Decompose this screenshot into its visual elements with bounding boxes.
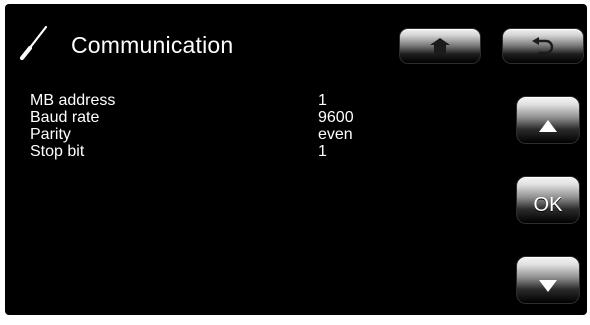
triangle-up-icon [539, 120, 557, 133]
screwdriver-icon [19, 25, 48, 61]
page-title: Communication [71, 32, 234, 58]
parameter-value: 1 [318, 92, 327, 109]
down-button[interactable] [516, 256, 580, 304]
ok-button[interactable]: OK [516, 176, 580, 224]
parameter-row-mb-address: MB address 1 [30, 92, 375, 109]
device-screen: Communication MB address 1 Baud rate 960… [5, 4, 587, 315]
parameter-list: MB address 1 Baud rate 9600 Parity even … [30, 92, 375, 160]
home-icon [430, 38, 450, 54]
undo-arrow-icon [532, 37, 554, 55]
parameter-label: Parity [30, 126, 71, 143]
parameter-value: 1 [318, 143, 327, 160]
parameter-value: even [318, 126, 353, 143]
home-button[interactable] [399, 28, 481, 64]
parameter-row-stop-bit: Stop bit 1 [30, 143, 375, 160]
ok-label: OK [533, 194, 563, 216]
back-button[interactable] [502, 28, 584, 64]
parameter-label: MB address [30, 92, 116, 109]
triangle-down-icon [539, 280, 557, 293]
parameter-row-baud-rate: Baud rate 9600 [30, 109, 375, 126]
parameter-row-parity: Parity even [30, 126, 375, 143]
parameter-label: Stop bit [30, 143, 85, 160]
parameter-value: 9600 [318, 109, 354, 126]
up-button[interactable] [516, 96, 580, 144]
parameter-label: Baud rate [30, 109, 100, 126]
